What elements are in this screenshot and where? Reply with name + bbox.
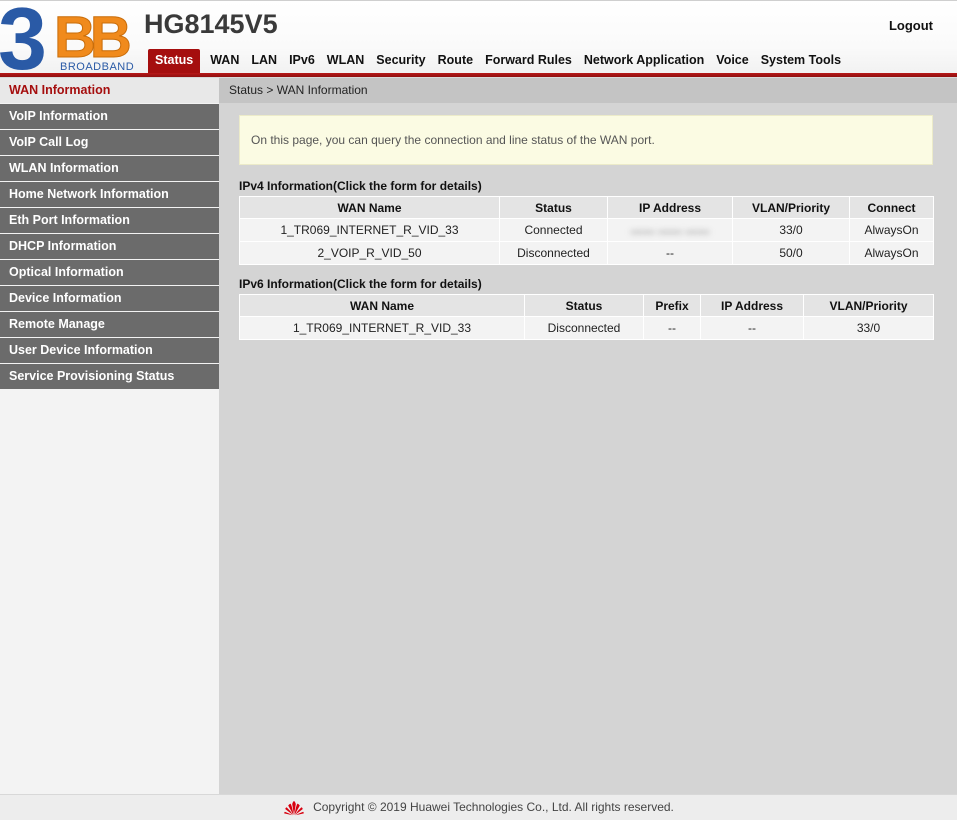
table-row[interactable]: 2_VOIP_R_VID_50 Disconnected -- 50/0 Alw… (239, 241, 934, 265)
ip-address-cell: -- (700, 316, 804, 340)
vlan-priority-cell: 50/0 (732, 241, 850, 265)
logo-subtitle: BROADBAND (60, 61, 135, 73)
tab-wlan[interactable]: WLAN (321, 53, 371, 73)
ip-address-cell: ▬▬ ▬▬ ▬▬ (607, 218, 733, 242)
ipv6-section-title: IPv6 Information(Click the form for deta… (239, 277, 482, 291)
column-header-connect: Connect (849, 196, 934, 219)
top-navigation: Status WAN LAN IPv6 WLAN Security Route … (148, 49, 847, 73)
column-header-vlan-priority: VLAN/Priority (732, 196, 850, 219)
tab-security[interactable]: Security (370, 53, 431, 73)
ipv6-wan-table: WAN Name Status Prefix IP Address VLAN/P… (239, 294, 934, 340)
tab-ipv6[interactable]: IPv6 (283, 53, 321, 73)
sidebar-item-home-network-information[interactable]: Home Network Information (0, 182, 219, 207)
status-cell: Disconnected (499, 241, 608, 265)
status-cell: Disconnected (524, 316, 644, 340)
ipv4-section-title: IPv4 Information(Click the form for deta… (239, 179, 482, 193)
connect-cell: AlwaysOn (849, 241, 934, 265)
footer: Copyright © 2019 Huawei Technologies Co.… (0, 794, 957, 820)
sidebar-item-eth-port-information[interactable]: Eth Port Information (0, 208, 219, 233)
column-header-status: Status (524, 294, 644, 317)
sidebar-item-wan-information[interactable]: WAN Information (0, 78, 219, 103)
redaction-blur: ▬▬ ▬▬ ▬▬ (630, 223, 710, 237)
sidebar-item-service-provisioning-status[interactable]: Service Provisioning Status (0, 364, 219, 389)
tab-status[interactable]: Status (148, 49, 201, 73)
vlan-priority-cell: 33/0 (732, 218, 850, 242)
sidebar: WAN Information VoIP Information VoIP Ca… (0, 78, 219, 794)
wan-name-cell: 1_TR069_INTERNET_R_VID_33 (239, 218, 500, 242)
logout-link[interactable]: Logout (889, 18, 933, 33)
breadcrumb: Status > WAN Information (219, 78, 957, 103)
table-header-row: WAN Name Status Prefix IP Address VLAN/P… (239, 294, 934, 317)
copyright-text: Copyright © 2019 Huawei Technologies Co.… (313, 800, 674, 814)
sidebar-item-optical-information[interactable]: Optical Information (0, 260, 219, 285)
tab-lan[interactable]: LAN (245, 53, 283, 73)
header: 3 BB BROADBAND HG8145V5 Logout Status WA… (0, 0, 957, 83)
prefix-cell: -- (643, 316, 701, 340)
table-row[interactable]: 1_TR069_INTERNET_R_VID_33 Connected ▬▬ ▬… (239, 218, 934, 242)
sidebar-item-voip-information[interactable]: VoIP Information (0, 104, 219, 129)
column-header-status: Status (499, 196, 608, 219)
device-model: HG8145V5 (144, 9, 278, 39)
status-cell: Connected (499, 218, 608, 242)
column-header-ip-address: IP Address (607, 196, 733, 219)
page-description: On this page, you can query the connecti… (239, 115, 933, 165)
logo-letters: BB (54, 5, 133, 70)
column-header-vlan-priority: VLAN/Priority (803, 294, 934, 317)
tab-forward-rules[interactable]: Forward Rules (479, 53, 578, 73)
wan-name-cell: 2_VOIP_R_VID_50 (239, 241, 500, 265)
table-header-row: WAN Name Status IP Address VLAN/Priority… (239, 196, 934, 219)
sidebar-item-voip-call-log[interactable]: VoIP Call Log (0, 130, 219, 155)
tab-network-application[interactable]: Network Application (578, 53, 710, 73)
tab-system-tools[interactable]: System Tools (755, 53, 847, 73)
logo-number: 3 (0, 0, 47, 88)
table-row[interactable]: 1_TR069_INTERNET_R_VID_33 Disconnected -… (239, 316, 934, 340)
column-header-ip-address: IP Address (700, 294, 804, 317)
connect-cell: AlwaysOn (849, 218, 934, 242)
sidebar-item-wlan-information[interactable]: WLAN Information (0, 156, 219, 181)
column-header-prefix: Prefix (643, 294, 701, 317)
ip-address-cell: -- (607, 241, 733, 265)
tab-wan[interactable]: WAN (204, 53, 245, 73)
sidebar-item-device-information[interactable]: Device Information (0, 286, 219, 311)
tab-voice[interactable]: Voice (710, 53, 754, 73)
ipv4-wan-table: WAN Name Status IP Address VLAN/Priority… (239, 196, 934, 265)
column-header-wan-name: WAN Name (239, 196, 500, 219)
main-content: Status > WAN Information On this page, y… (219, 78, 957, 794)
column-header-wan-name: WAN Name (239, 294, 525, 317)
wan-name-cell: 1_TR069_INTERNET_R_VID_33 (239, 316, 525, 340)
tab-route[interactable]: Route (432, 53, 479, 73)
vlan-priority-cell: 33/0 (803, 316, 934, 340)
sidebar-item-dhcp-information[interactable]: DHCP Information (0, 234, 219, 259)
sidebar-item-user-device-information[interactable]: User Device Information (0, 338, 219, 363)
huawei-logo-icon (284, 800, 304, 816)
sidebar-item-remote-manage[interactable]: Remote Manage (0, 312, 219, 337)
brand-logo: 3 BB BROADBAND (0, 0, 144, 83)
